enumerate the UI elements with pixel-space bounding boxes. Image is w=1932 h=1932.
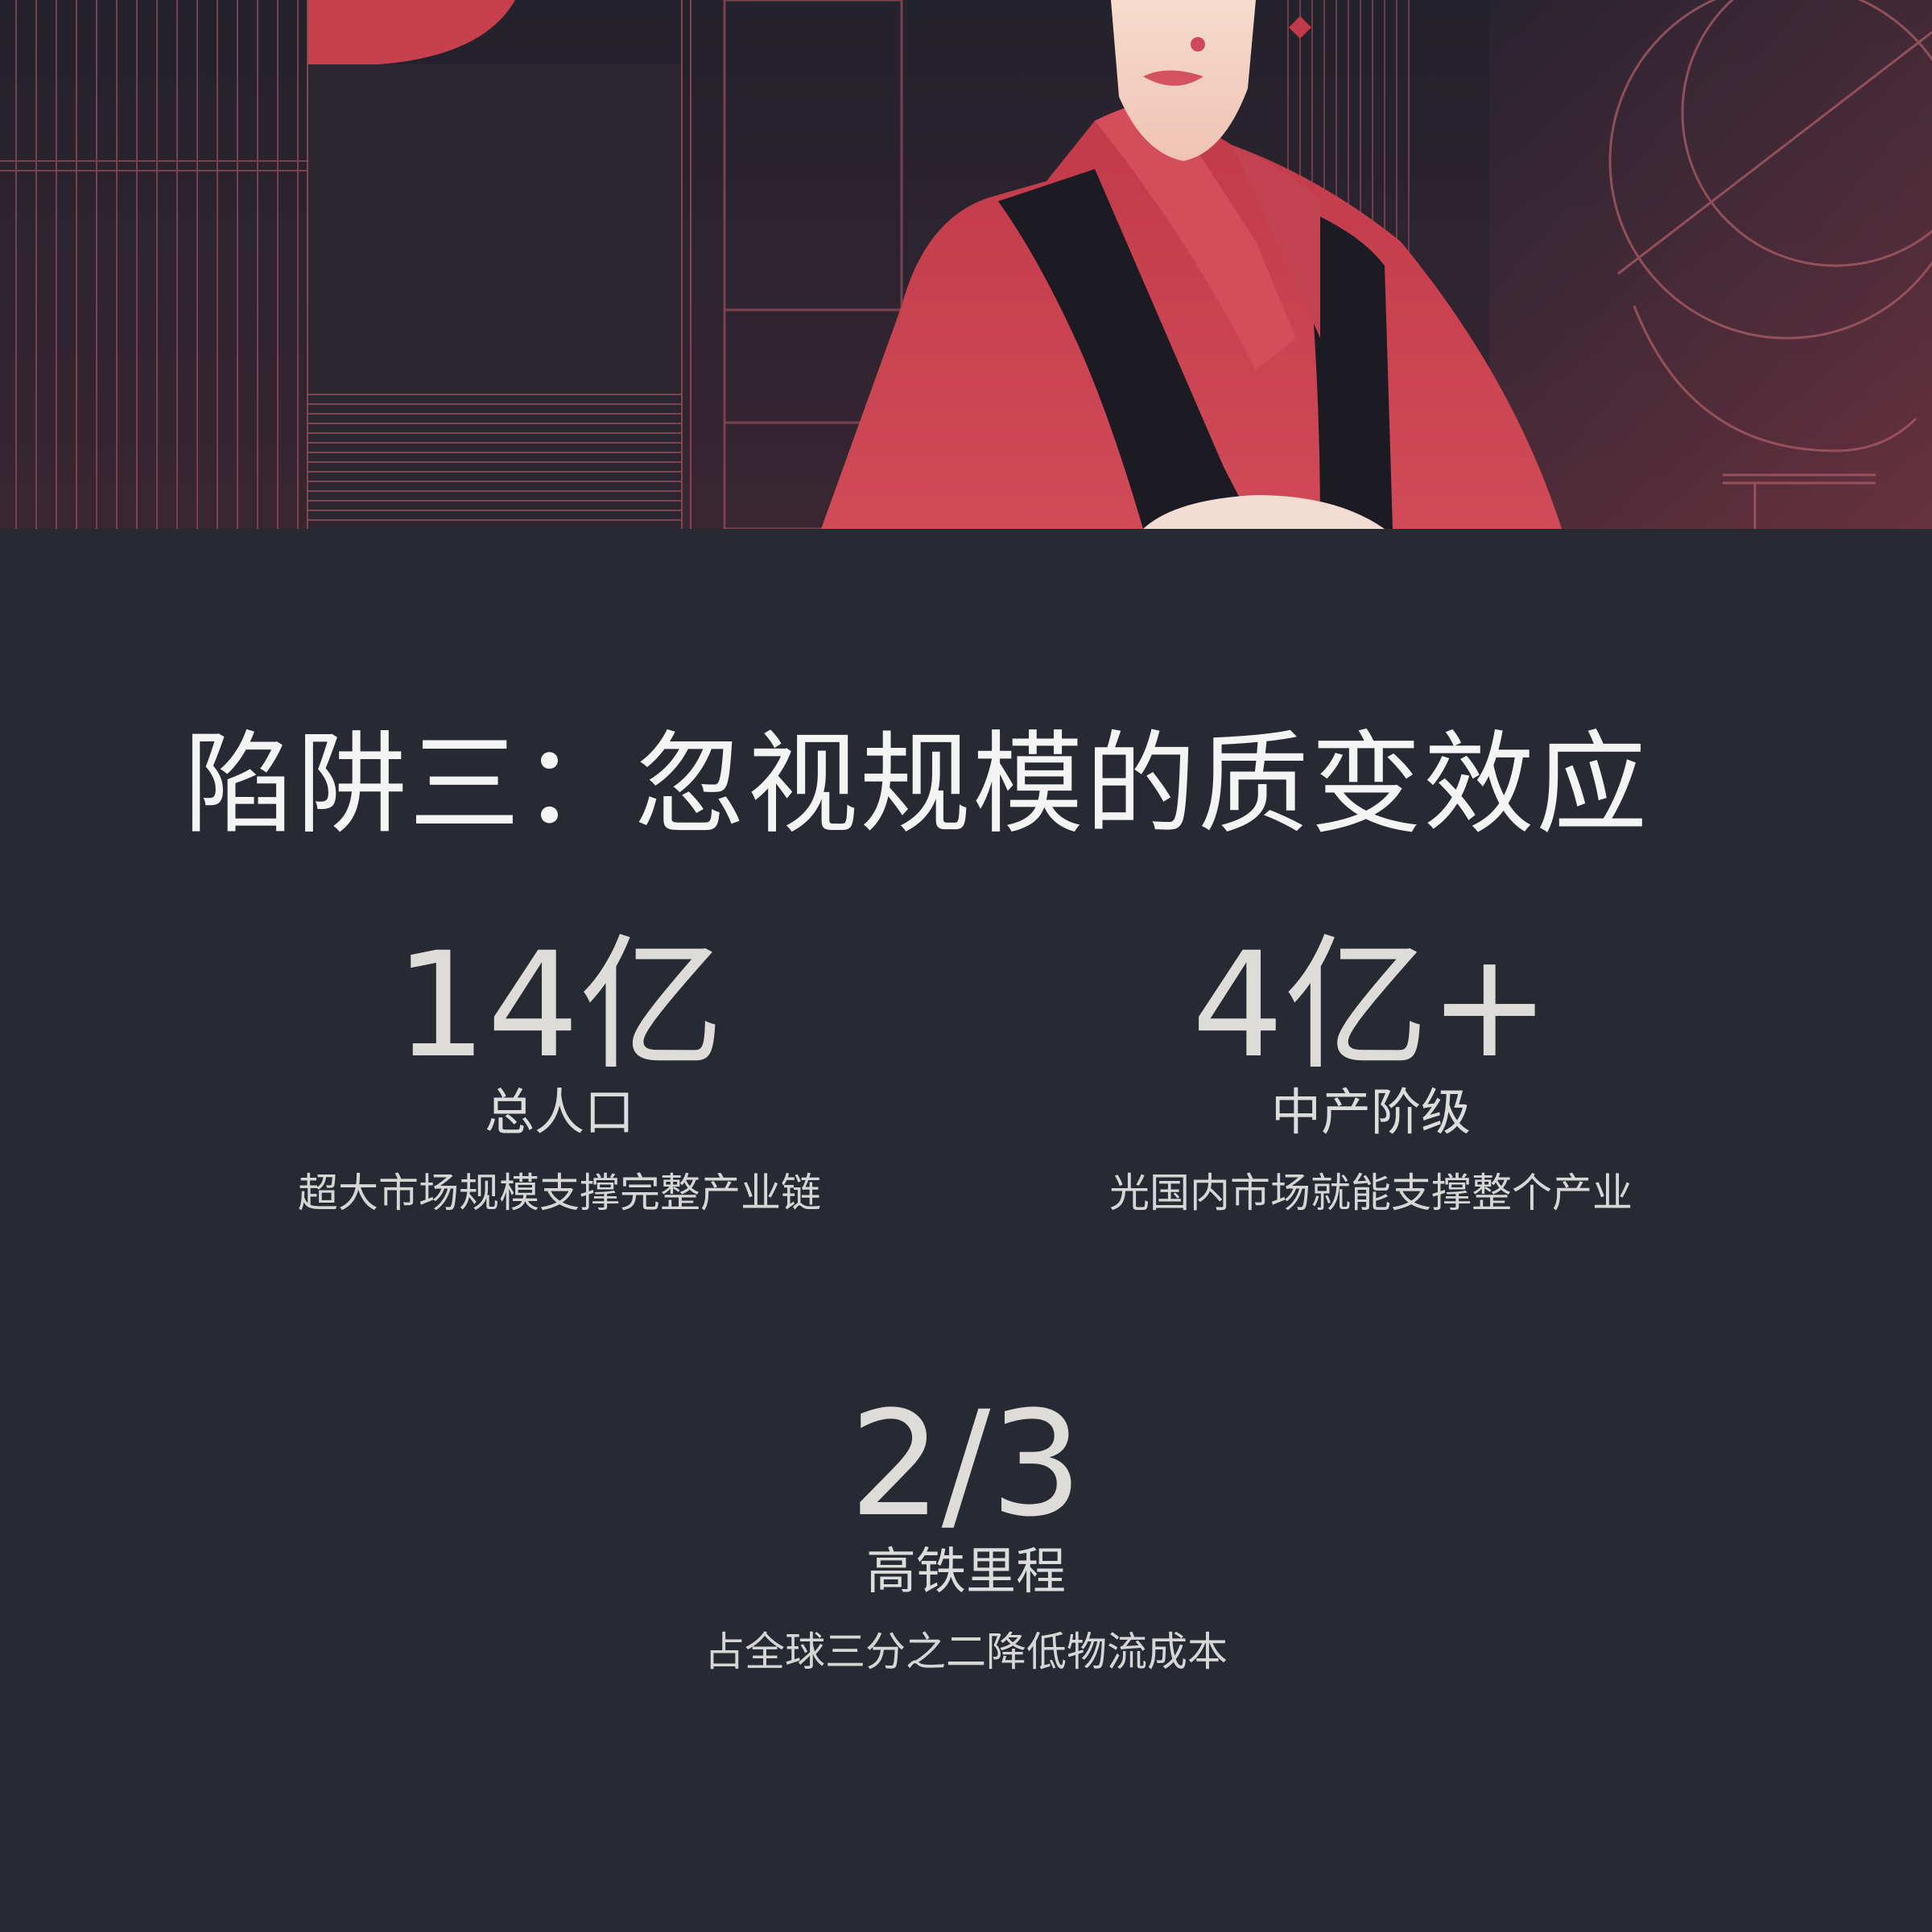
stat-description: 占全球三分之二降低物流成本 [704, 1629, 1228, 1675]
stat-total-population: 14亿 总人口 超大市场规模支撑完整产业链 [157, 926, 962, 1219]
stat-value: 2/3 [849, 1381, 1083, 1549]
stat-value: 4亿+ [1191, 922, 1550, 1090]
stat-description: 超大市场规模支撑完整产业链 [298, 1170, 821, 1216]
hero-illustration [0, 0, 1932, 529]
woman-in-red-robe-illustration [0, 0, 1932, 529]
slide-title: 陷阱三：忽视规模的质变效应 [184, 720, 1649, 849]
stat-middle-class: 4亿+ 中产阶级 光国内市场就能支撑整个产业 [968, 926, 1773, 1219]
stat-label: 中产阶级 [1270, 1083, 1471, 1141]
stat-value: 14亿 [394, 922, 724, 1090]
stat-label: 高铁里程 [865, 1542, 1066, 1600]
stat-label: 总人口 [484, 1083, 634, 1141]
stat-description: 光国内市场就能支撑整个产业 [1109, 1170, 1633, 1216]
stat-high-speed-rail: 2/3 高铁里程 占全球三分之二降低物流成本 [564, 1385, 1368, 1678]
